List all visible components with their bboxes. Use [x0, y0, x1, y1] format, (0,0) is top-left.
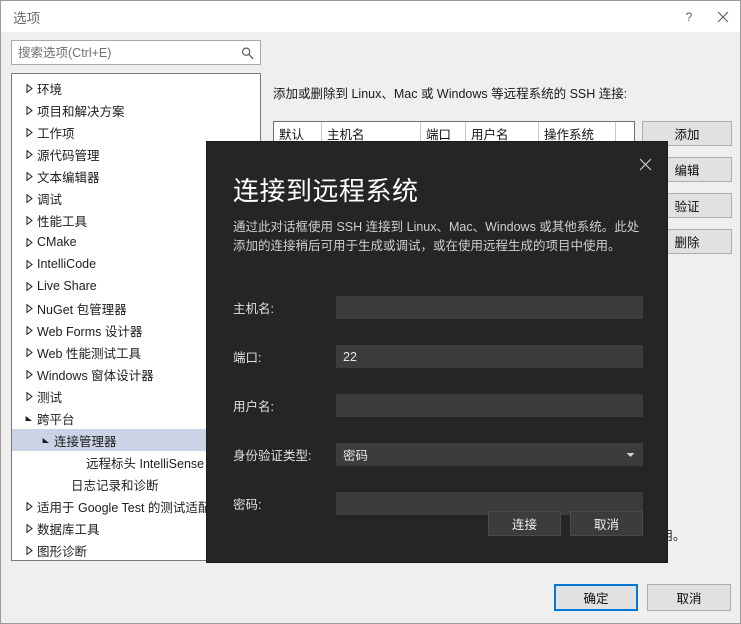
close-icon[interactable]	[632, 152, 658, 176]
tree-item-label: Web Forms 设计器	[37, 324, 143, 339]
chevron-down-icon[interactable]	[39, 437, 54, 444]
chevron-right-icon[interactable]	[22, 171, 37, 181]
tree-item-label: 图形诊断	[37, 544, 88, 559]
close-icon[interactable]	[706, 1, 740, 32]
chevron-right-icon[interactable]	[22, 149, 37, 159]
chevron-right-icon[interactable]	[22, 83, 37, 93]
connection-manager-description: 添加或删除到 Linux、Mac 或 Windows 等远程系统的 SSH 连接…	[273, 87, 628, 101]
username-input[interactable]	[336, 394, 643, 417]
remote-connection-form: 主机名: 端口: 用户名: 身份验证类型: 密码	[233, 296, 643, 515]
help-icon[interactable]: ?	[672, 1, 706, 32]
chevron-down-icon[interactable]	[22, 415, 37, 422]
chevron-right-icon[interactable]	[22, 215, 37, 225]
tree-item-label: 日志记录和诊断	[71, 478, 159, 493]
chevron-right-icon[interactable]	[22, 325, 37, 335]
chevron-right-icon[interactable]	[22, 391, 37, 401]
window-controls: ?	[672, 1, 740, 32]
dialog-cancel-button[interactable]: 取消	[570, 511, 643, 536]
chevron-right-icon[interactable]	[22, 259, 37, 269]
tree-item-label: 源代码管理	[37, 148, 100, 163]
search-icon	[241, 46, 254, 59]
password-label: 密码:	[233, 498, 262, 512]
search-box[interactable]	[11, 40, 261, 65]
chevron-right-icon[interactable]	[22, 545, 37, 555]
chevron-right-icon[interactable]	[22, 237, 37, 247]
cancel-button[interactable]: 取消	[647, 584, 731, 611]
hostname-input[interactable]	[336, 296, 643, 319]
port-label: 端口:	[233, 351, 262, 365]
title-bar: 选项 ?	[1, 1, 740, 32]
search-input[interactable]	[12, 41, 260, 64]
tree-item-label: 数据库工具	[37, 522, 100, 537]
tree-item-label: 适用于 Google Test 的测试适配器	[37, 500, 223, 515]
hostname-label: 主机名:	[233, 302, 274, 316]
tree-item-label: Web 性能测试工具	[37, 346, 141, 361]
chevron-down-icon	[626, 452, 635, 458]
tree-item-label: CMake	[37, 235, 77, 249]
svg-text:?: ?	[686, 11, 693, 23]
chevron-right-icon[interactable]	[22, 303, 37, 313]
tree-item[interactable]: 项目和解决方案	[12, 99, 260, 121]
chevron-right-icon[interactable]	[22, 281, 37, 291]
field-row-port: 端口:	[233, 345, 643, 368]
chevron-right-icon[interactable]	[22, 523, 37, 533]
username-label: 用户名:	[233, 400, 274, 414]
tree-item-label: 连接管理器	[54, 434, 117, 449]
field-row-hostname: 主机名:	[233, 296, 643, 319]
chevron-right-icon[interactable]	[22, 369, 37, 379]
chevron-right-icon[interactable]	[22, 105, 37, 115]
field-row-username: 用户名:	[233, 394, 643, 417]
chevron-right-icon[interactable]	[22, 127, 37, 137]
window-title: 选项	[13, 10, 41, 26]
chevron-right-icon[interactable]	[22, 501, 37, 511]
dialog-footer: 确定 取消	[554, 584, 731, 611]
connect-to-remote-system-dialog: 连接到远程系统 通过此对话框使用 SSH 连接到 Linux、Mac、Windo…	[207, 142, 667, 562]
tree-item-label: 调试	[37, 192, 63, 207]
dialog-actions: 连接 取消	[488, 511, 643, 536]
tree-item-label: 性能工具	[37, 214, 88, 229]
tree-item-label: Live Share	[37, 279, 97, 293]
tree-item-label: 文本编辑器	[37, 170, 100, 185]
chevron-right-icon[interactable]	[22, 193, 37, 203]
tree-item-label: 项目和解决方案	[37, 104, 125, 119]
auth-type-label: 身份验证类型:	[233, 449, 312, 463]
tree-item[interactable]: 环境	[12, 77, 260, 99]
dialog-subtitle: 通过此对话框使用 SSH 连接到 Linux、Mac、Windows 或其他系统…	[233, 220, 640, 253]
tree-item-label: Windows 窗体设计器	[37, 368, 154, 383]
tree-item-label: 工作项	[37, 126, 75, 141]
tree-item-label: 环境	[37, 82, 63, 97]
port-input[interactable]	[336, 345, 643, 368]
auth-type-value: 密码	[343, 449, 369, 463]
connect-button[interactable]: 连接	[488, 511, 561, 536]
options-window: 选项 ? 环境项目和解决方案工作项源代码管理文本编辑器调试性能工	[0, 0, 741, 624]
window-content: 环境项目和解决方案工作项源代码管理文本编辑器调试性能工具 CMake Intelli…	[1, 32, 740, 623]
dialog-title: 连接到远程系统	[233, 176, 419, 206]
tree-item-label: IntelliCode	[37, 257, 97, 271]
auth-type-select[interactable]: 密码	[336, 443, 643, 466]
ok-button[interactable]: 确定	[554, 584, 638, 611]
tree-item[interactable]: 工作项	[12, 121, 260, 143]
tree-item-label: 测试	[37, 390, 63, 405]
chevron-right-icon[interactable]	[22, 347, 37, 357]
tree-item-label: NuGet 包管理器	[37, 302, 127, 317]
field-row-auth-type: 身份验证类型: 密码	[233, 443, 643, 466]
tree-item-label: 跨平台	[37, 412, 75, 427]
